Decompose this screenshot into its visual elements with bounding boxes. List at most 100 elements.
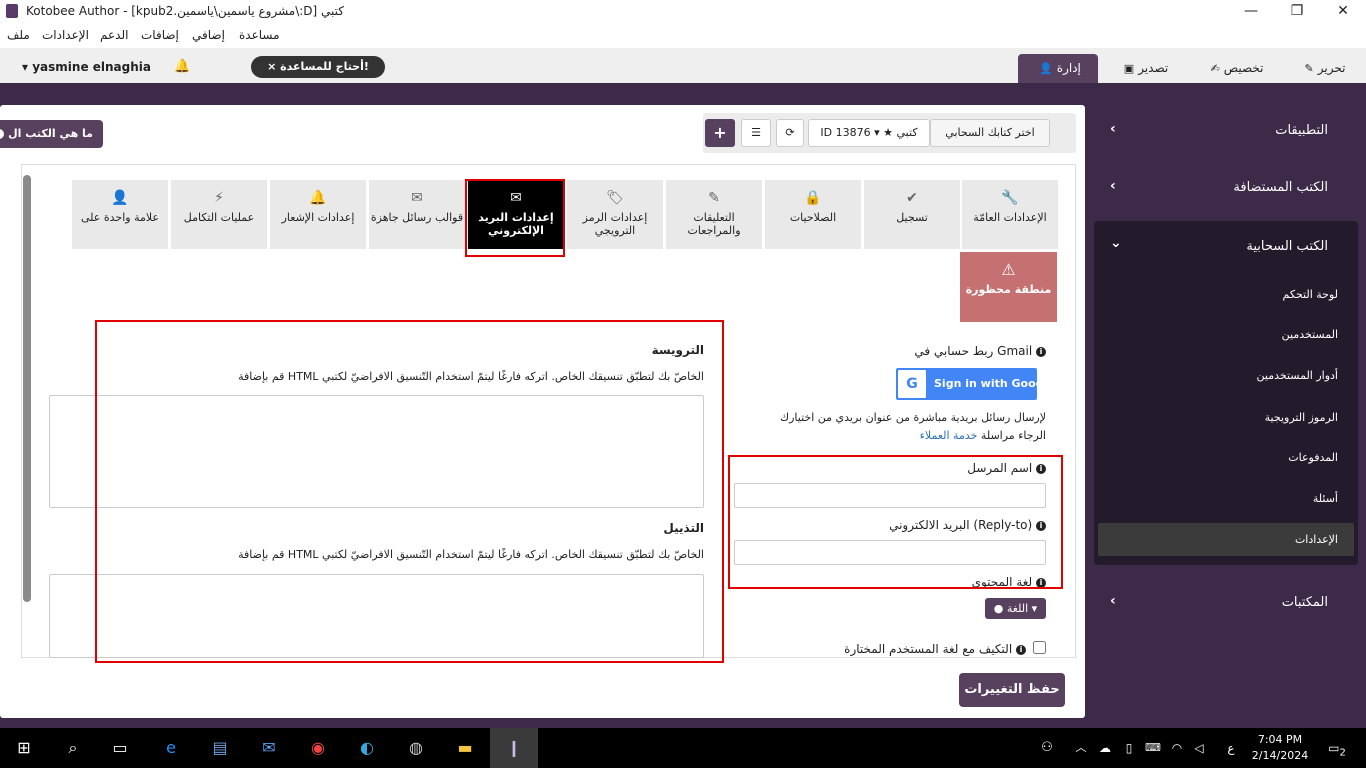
tab-notification-settings[interactable]: 🔔 إعدادات الإشعار (270, 180, 366, 249)
add-button[interactable]: + (705, 119, 735, 147)
adapt-language-checkbox[interactable] (1033, 641, 1046, 654)
save-changes-button[interactable]: حفظ التغييرات (959, 673, 1065, 707)
tab-export[interactable]: ▣ تصدير (1110, 54, 1178, 83)
sidebar-item-cloud-books[interactable]: ⌄ الكتب السحابية (1094, 235, 1358, 259)
menu-bar: ملف الإعدادات الدعم إضافات إضافي مساعدة (0, 26, 1366, 46)
tab-manage[interactable]: 👤 إدارة (1018, 54, 1098, 83)
choose-cloud-book[interactable]: اختر كتابك السحابي (930, 119, 1050, 147)
bell-icon: 🔔 (309, 190, 327, 206)
scrollbar[interactable] (23, 175, 31, 602)
menu-extra[interactable]: إضافي (192, 28, 225, 42)
sidebar-item-libraries[interactable]: ‹ المكتبات (1085, 591, 1366, 615)
tab-edit[interactable]: ✎ تحرير (1290, 54, 1356, 83)
check-icon: ✔ (906, 190, 918, 206)
battery-icon[interactable]: ▯ (1116, 736, 1142, 760)
tab-label: التعليقات والمراجعات (687, 211, 741, 237)
user-menu[interactable]: ▾ yasmine elnaghia (22, 60, 151, 74)
cloud-books-panel: ⌄ الكتب السحابية لوحة التحكم المستخدمين … (1094, 221, 1358, 565)
chevron-left-icon: ‹ (1110, 593, 1116, 609)
sidebar-item-users[interactable]: المستخدمين (1282, 328, 1338, 341)
store-icon[interactable]: ▤ (207, 736, 233, 760)
globe-icon: ● (993, 602, 1004, 615)
notification-icon[interactable]: ▭2 (1324, 736, 1350, 760)
tab-promo-settings[interactable]: 🏷 إعدادات الرمز الترويجي (567, 180, 663, 249)
sidebar-item-promo-codes[interactable]: الرموز الترويجية (1265, 411, 1338, 424)
sidebar-item-apps[interactable]: ‹ التطبيقات (1085, 119, 1366, 143)
need-help-button[interactable]: × أحتاج للمساعدة! (251, 56, 385, 78)
tab-single-sign-on[interactable]: 👤 علامة واحدة على (72, 180, 168, 249)
search-icon[interactable]: ⌕ (60, 736, 86, 760)
tab-integrations[interactable]: ⚡ عمليات التكامل (171, 180, 267, 249)
plug-icon: ⚡ (214, 190, 224, 206)
chrome-icon[interactable]: ◉ (305, 736, 331, 760)
minimize-button[interactable]: — (1228, 0, 1274, 24)
book-select[interactable]: ID 13876 ▾ ★ كتبي (808, 119, 930, 147)
list-icon[interactable]: ☰ (741, 119, 771, 147)
tab-email-settings[interactable]: ✉ إعدادات البريد الإلكتروني (468, 180, 564, 249)
menu-help[interactable]: مساعدة (239, 28, 280, 42)
keyboard-icon[interactable]: ⌨ (1140, 736, 1166, 760)
language-dropdown-button[interactable]: ● اللغة ▾ (985, 598, 1046, 619)
customer-service-link[interactable]: خدمة العملاء (920, 429, 978, 442)
close-button[interactable]: ✕ (1320, 0, 1366, 24)
info-icon: i (0, 129, 5, 139)
edge-icon[interactable]: ◐ (354, 736, 380, 760)
close-circle-icon[interactable]: × (267, 60, 276, 73)
sidebar-item-dashboard[interactable]: لوحة التحكم (1283, 288, 1338, 301)
tab-customize[interactable]: ✍ تخصيص (1196, 54, 1274, 83)
what-are-cloud-books-button[interactable]: i ما هي الكتب ال (0, 120, 103, 148)
footer-html-textarea[interactable] (49, 574, 704, 658)
tab-comments-reviews[interactable]: ✎ التعليقات والمراجعات (666, 180, 762, 249)
file-explorer-icon[interactable]: ▬ (452, 736, 478, 760)
bell-icon[interactable]: 🔔 (174, 59, 190, 74)
menu-addons[interactable]: إضافات (141, 28, 179, 42)
sidebar-item-hosted-books[interactable]: ‹ الكتب المستضافة (1085, 176, 1366, 200)
edge-legacy-icon[interactable]: e (158, 736, 184, 760)
app-icon[interactable]: ◍ (403, 736, 429, 760)
content-language-row: لغة المحتوى i (730, 574, 1060, 587)
email-note-line1: لإرسال رسائل بريدية مباشرة من عنوان بريد… (780, 411, 1046, 424)
tab-email-templates[interactable]: ✉ قوالب رسائل جاهزة (369, 180, 465, 249)
mail-icon[interactable]: ✉ (256, 736, 282, 760)
header-html-textarea[interactable] (49, 395, 704, 508)
forbidden-zone-tab[interactable]: ⚠ منطقة محظورة (960, 252, 1057, 322)
sidebar-item-label: الكتب السحابية (1246, 239, 1328, 254)
email-note-line2: الرجاء مراسلة خدمة العملاء (920, 429, 1046, 442)
google-sign-in-label: Sign in with Google (934, 377, 1055, 390)
volume-icon[interactable]: ◁ (1186, 736, 1212, 760)
sidebar-item-questions[interactable]: أسئلة (1313, 492, 1338, 505)
note-prefix: الرجاء مراسلة (980, 429, 1046, 442)
tab-label: الإعدادات العامّة (973, 211, 1047, 224)
people-icon[interactable]: ⚇ (1034, 736, 1060, 760)
network-icon[interactable]: ☁ (1092, 736, 1118, 760)
tab-label: قوالب رسائل جاهزة (370, 211, 464, 224)
reply-to-input[interactable] (734, 540, 1046, 565)
menu-settings[interactable]: الإعدادات (42, 28, 89, 42)
tab-permissions[interactable]: 🔒 الصلاحيات (765, 180, 861, 249)
tab-registration[interactable]: ✔ تسجيل (864, 180, 960, 249)
footer-section-title: التذييل (663, 521, 704, 535)
input-language[interactable]: ع (1218, 736, 1244, 760)
task-view-icon[interactable]: ▭ (107, 736, 133, 760)
tray-chevron-icon[interactable]: ︿ (1068, 736, 1094, 760)
tab-general-settings[interactable]: 🔧 الإعدادات العامّة (962, 180, 1058, 249)
sidebar-item-payments[interactable]: المدفوعات (1288, 451, 1338, 464)
tab-edit-label: تحرير (1317, 61, 1346, 75)
header-section-desc: قم بإضافة HTML الخاصّ بك لتطبّق تنسيقك ا… (238, 370, 704, 383)
menu-file[interactable]: ملف (7, 28, 30, 42)
kotobee-taskbar-icon[interactable]: ❙ (490, 728, 538, 768)
google-sign-in-button[interactable]: G Sign in with Google (896, 368, 1055, 400)
sender-name-input[interactable] (734, 483, 1046, 508)
maximize-button[interactable]: ❐ (1274, 0, 1320, 24)
clock[interactable]: 7:04 PM 2/14/2024 (1248, 732, 1312, 764)
need-help-label: أحتاج للمساعدة! (280, 60, 369, 73)
warning-icon: ⚠ (1001, 260, 1016, 279)
menu-support[interactable]: الدعم (100, 28, 128, 42)
export-icon: ▣ (1123, 62, 1135, 75)
content-lang-text: لغة المحتوى (971, 575, 1033, 587)
refresh-icon[interactable]: ⟳ (776, 119, 804, 147)
windows-start-icon[interactable]: ⊞ (11, 736, 37, 760)
what-are-label: ما هي الكتب ال (8, 127, 93, 140)
sidebar-item-user-roles[interactable]: أدوار المستخدمين (1257, 369, 1339, 382)
sidebar-item-settings[interactable]: الإعدادات (1098, 523, 1354, 556)
